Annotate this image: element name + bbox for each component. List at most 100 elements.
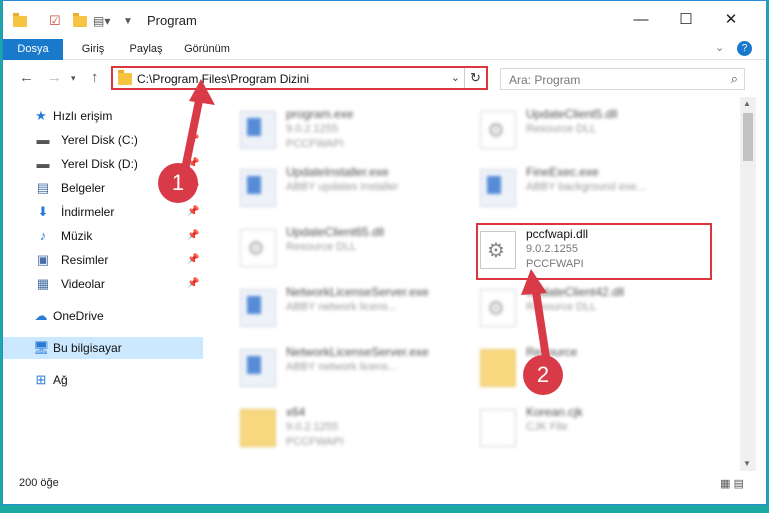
title-bar: ☑ ▤▾ ▼ Program — ☐ ✕ xyxy=(3,1,766,39)
download-icon: ⬇ xyxy=(37,204,49,219)
sidebar-item-music[interactable]: ♪ Müzik 📌 xyxy=(3,225,203,247)
exe-file-icon xyxy=(480,169,516,207)
tab-view[interactable]: Görünüm xyxy=(179,39,235,60)
scroll-thumb[interactable] xyxy=(743,113,753,161)
address-dropdown-icon[interactable]: ⌄ xyxy=(451,71,460,84)
tab-share[interactable]: Paylaş xyxy=(123,39,169,60)
vertical-scrollbar[interactable]: ▲ ▼ xyxy=(740,97,756,471)
search-placeholder: Ara: Program xyxy=(509,73,581,87)
minimize-button[interactable]: — xyxy=(629,9,653,31)
file-name: UpdateClient65.dll xyxy=(286,225,385,239)
file-name: program.exe xyxy=(286,107,354,121)
file-tile[interactable]: NetworkLicenseServer.exe ABBY network li… xyxy=(228,281,458,337)
search-input[interactable]: Ara: Program ⌕ xyxy=(500,68,745,90)
pin-icon: 📌 xyxy=(187,278,200,289)
sidebar-item-videos[interactable]: ▦ Videolar 📌 xyxy=(3,273,203,295)
drive-icon: ▬ xyxy=(36,132,50,147)
pin-icon: 📌 xyxy=(187,206,200,217)
folder-icon xyxy=(13,11,27,31)
file-detail: ABBY updates installer xyxy=(286,181,399,193)
sidebar-item-label: Ağ xyxy=(53,373,68,387)
file-detail: Resource DLL xyxy=(526,123,597,135)
exe-file-icon xyxy=(240,111,276,149)
cloud-icon: ☁ xyxy=(34,308,48,323)
sidebar-item-this-pc[interactable]: 🖥 Bu bilgisayar xyxy=(3,337,203,359)
sidebar-item-label: Müzik xyxy=(61,229,93,243)
file-name: UpdateClient5.dll xyxy=(526,107,618,121)
sidebar-item-network[interactable]: ⊞ Ağ xyxy=(3,369,203,391)
file-tile[interactable]: FineExec.exe ABBY background exe... xyxy=(468,161,698,217)
pictures-icon: ▣ xyxy=(36,252,50,267)
file-name: Korean.cjk xyxy=(526,405,583,419)
folder-tile[interactable]: x64 9.0.2.1255 PCCFWAPI xyxy=(228,401,458,457)
explorer-window: ☑ ▤▾ ▼ Program — ☐ ✕ Dosya Giriş Paylaş … xyxy=(2,0,767,505)
folder-tile[interactable]: Resource xyxy=(468,341,698,397)
file-tile[interactable]: UpdateClient5.dll Resource DLL xyxy=(468,103,698,159)
exe-file-icon xyxy=(240,169,276,207)
file-detail: Resource DLL xyxy=(286,241,357,253)
file-name: NetworkLicenseServer.exe xyxy=(286,345,429,359)
up-arrow-icon[interactable]: ↑ xyxy=(91,69,99,86)
sidebar-item-label: Yerel Disk (C:) xyxy=(61,133,138,147)
scroll-up-icon[interactable]: ▲ xyxy=(743,99,751,108)
file-tile[interactable]: Korean.cjk CJK File xyxy=(468,401,698,457)
pccfwapi-highlight-box xyxy=(476,223,712,280)
drive-icon: ▬ xyxy=(36,156,50,171)
search-icon: ⌕ xyxy=(730,71,738,86)
tab-home[interactable]: Giriş xyxy=(73,39,113,60)
pin-icon: 📌 xyxy=(187,254,200,265)
forward-arrow-icon[interactable]: → xyxy=(47,69,62,86)
file-tile[interactable]: UpdateClient42.dll Resource DLL xyxy=(468,281,698,337)
collapse-ribbon-icon[interactable]: ⌄ xyxy=(715,41,724,54)
customize-icon[interactable]: ▤▾ xyxy=(93,11,110,31)
file-detail: ABBY network licens... xyxy=(286,361,398,373)
file-icon xyxy=(480,409,516,447)
file-detail: ABBY network licens... xyxy=(286,301,398,313)
folder-icon xyxy=(480,349,516,387)
file-list: program.exe 9.0.2.1255 PCCFWAPI UpdateCl… xyxy=(218,97,738,467)
file-detail: 9.0.2.1255 xyxy=(286,123,338,135)
file-tile[interactable]: UpdateClient65.dll Resource DLL xyxy=(228,221,458,277)
file-name: FineExec.exe xyxy=(526,165,599,179)
dll-file-icon xyxy=(240,229,276,267)
sidebar-item-label: Videolar xyxy=(61,277,105,291)
sidebar-item-label: Yerel Disk (D:) xyxy=(61,157,138,171)
maximize-button[interactable]: ☐ xyxy=(674,9,698,31)
file-tile[interactable]: program.exe 9.0.2.1255 PCCFWAPI xyxy=(228,103,458,159)
exe-file-icon xyxy=(240,349,276,387)
file-detail: PCCFWAPI xyxy=(286,138,344,150)
sidebar-item-label: OneDrive xyxy=(53,309,104,323)
help-icon[interactable]: ? xyxy=(737,41,752,56)
sidebar-item-label: Hızlı erişim xyxy=(53,109,113,123)
sidebar-item-onedrive[interactable]: ☁ OneDrive xyxy=(3,305,203,327)
file-tile[interactable]: NetworkLicenseServer.exe ABBY network li… xyxy=(228,341,458,397)
sidebar-item-label: Bu bilgisayar xyxy=(53,341,122,355)
view-toggle-icons[interactable]: ▦ ▤ xyxy=(720,477,744,490)
sidebar-item-pictures[interactable]: ▣ Resimler 📌 xyxy=(3,249,203,271)
annotation-badge-2: 2 xyxy=(523,355,563,395)
scroll-down-icon[interactable]: ▼ xyxy=(743,459,751,468)
quick-access-dropdown-icon[interactable]: ▼ xyxy=(123,11,133,31)
close-button[interactable]: ✕ xyxy=(719,9,743,31)
ribbon-tabs: Dosya Giriş Paylaş Görünüm ⌄ ? xyxy=(3,39,766,60)
folder-icon xyxy=(118,70,132,85)
dll-file-icon xyxy=(480,289,516,327)
sidebar-item-label: Resimler xyxy=(61,253,109,267)
file-name: NetworkLicenseServer.exe xyxy=(286,285,429,299)
properties-icon[interactable]: ☑ xyxy=(49,11,61,31)
sidebar-item-downloads[interactable]: ⬇ İndirmeler 📌 xyxy=(3,201,203,223)
tab-file[interactable]: Dosya xyxy=(3,39,63,60)
new-folder-icon[interactable] xyxy=(73,11,87,31)
file-tile[interactable]: UpdateInstaller.exe ABBY updates install… xyxy=(228,161,458,217)
annotation-badge-1: 1 xyxy=(158,163,198,203)
back-arrow-icon[interactable]: ← xyxy=(19,69,34,86)
pin-icon: 📌 xyxy=(187,230,200,241)
file-name: UpdateInstaller.exe xyxy=(286,165,389,179)
file-detail: 9.0.2.1255 xyxy=(286,421,338,433)
computer-icon: 🖥 xyxy=(33,340,50,355)
refresh-icon[interactable]: ↻ xyxy=(464,68,486,88)
recent-locations-icon[interactable]: ▾ xyxy=(71,73,76,84)
folder-icon xyxy=(240,409,276,447)
music-icon: ♪ xyxy=(39,228,47,243)
network-icon: ⊞ xyxy=(35,372,47,387)
